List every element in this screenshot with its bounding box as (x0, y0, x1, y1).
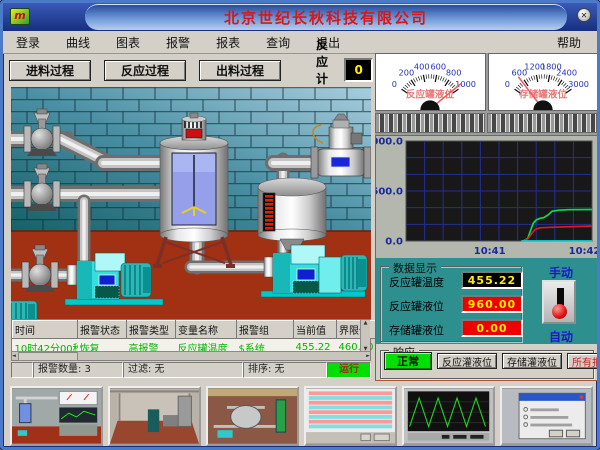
svg-text:0: 0 (392, 79, 397, 89)
svg-text:0.0: 0.0 (385, 237, 403, 248)
svg-text:1500.0: 1500.0 (376, 187, 403, 198)
svg-text:3000.0: 3000.0 (376, 137, 403, 148)
thumbnail-settings-dialog[interactable] (500, 386, 593, 446)
response-button-3[interactable]: 所有报警 (567, 353, 597, 369)
menu-item-6[interactable]: 查询 (253, 34, 303, 51)
right-panel: 0 200 400 600 800 1000 反应罐液位 0 600 1200 1800 2400 3… (364, 53, 598, 381)
close-icon[interactable]: ✕ (577, 8, 591, 22)
svg-text:0: 0 (505, 79, 510, 89)
svg-text:400: 400 (414, 61, 430, 71)
alarm-count: 报警数量: 3 (33, 362, 123, 378)
menu-item-1[interactable]: 登录 (3, 34, 53, 51)
svg-text:10:41: 10:41 (474, 246, 506, 257)
data-row-1: 反应罐温度 455.22 (381, 269, 523, 293)
menu-item-4[interactable]: 报警 (153, 34, 203, 51)
valve-display (330, 156, 351, 168)
motor-indicator (185, 128, 203, 139)
svg-text:200: 200 (399, 67, 415, 77)
column-header-3[interactable]: 报警类型 (126, 320, 176, 339)
svg-text:2400: 2400 (556, 67, 577, 77)
trend-chart: 3000.0 1500.0 0.0 10:41 10:42 (364, 136, 598, 258)
process-toolbar: 进料过程反应过程出料过程 反应计数 0 (9, 38, 373, 103)
data-value: 0.00 (461, 319, 523, 337)
vent-strip (375, 111, 597, 135)
agitator-motor (181, 112, 207, 141)
process-button-3[interactable]: 出料过程 (199, 59, 281, 81)
menu-item-help[interactable]: 帮助 (541, 34, 597, 51)
data-row-2: 反应罐液位 960.00 (381, 293, 523, 317)
manual-auto-switch[interactable] (542, 280, 576, 324)
data-label: 存储罐液位 (389, 324, 444, 337)
svg-text:10:42: 10:42 (569, 246, 598, 257)
auto-label: 自动 (548, 330, 573, 344)
gauge-reactor-level: 0200400 6008001000反应罐液位 (375, 53, 486, 111)
process-button-2[interactable]: 反应过程 (104, 59, 186, 81)
alarm-table: 时间报警状态报警类型变量名称报警组当前值界限值优先10时42分00秒恢复高报警反… (11, 319, 404, 361)
sort-status: 排序: 无 (243, 362, 327, 378)
switch-knob (552, 304, 567, 319)
gauge-storage-level: 06001200180024003000存储罐液位 (488, 53, 597, 111)
scroll-left-icon[interactable]: ◄ (12, 353, 16, 359)
thumbnail-alarm-report[interactable] (304, 386, 397, 446)
storage-tank[interactable] (257, 177, 327, 251)
response-panel: 响应 正常 反应灌液位存储灌液位所有报警 (376, 344, 597, 380)
run-status-badge: 运行 (327, 362, 371, 378)
reaction-counter-display: 0 (344, 58, 373, 82)
column-header-5[interactable]: 报警组 (236, 320, 294, 339)
column-header-6[interactable]: 当前值 (293, 320, 337, 339)
column-header-4[interactable]: 变量名称 (175, 320, 237, 339)
title-bar: m 北京世纪长秋科技有限公司 ✕ (3, 3, 597, 31)
svg-text:600: 600 (430, 61, 446, 71)
scroll-right-icon[interactable]: ► (366, 353, 370, 359)
thumbnail-trend-curves[interactable] (402, 386, 495, 446)
pump-display (296, 268, 316, 281)
vent-panel (487, 113, 597, 133)
svg-text:3000: 3000 (568, 79, 589, 89)
window-title: 北京世纪长秋科技有限公司 (223, 9, 428, 27)
table-horizontal-scrollbar[interactable]: ◄ ► (12, 351, 370, 361)
menu-bar-items: 登录 曲线 图表 报警 报表 查询 退出 (3, 34, 353, 51)
menu-bar: 登录 曲线 图表 报警 报表 查询 退出 帮助 (3, 31, 597, 54)
corner-motor (11, 300, 38, 319)
status-spacer (11, 362, 33, 378)
scroll-up-icon[interactable]: ▲ (364, 320, 368, 326)
column-header-7[interactable]: 界限值 (336, 320, 380, 339)
scroll-thumb[interactable] (17, 351, 78, 361)
status-bar: 报警数量: 3 过滤: 无 排序: 无 运行 (11, 362, 371, 378)
screen-selector (7, 383, 597, 447)
thumbnail-process-overview[interactable] (10, 386, 103, 446)
app-window: m 北京世纪长秋科技有限公司 ✕ 登录 曲线 图表 报警 报表 查询 退出 帮助 进料过程反… (0, 0, 600, 450)
data-label: 反应罐液位 (389, 300, 444, 313)
storage-level-bars (265, 195, 273, 230)
data-row-3: 存储罐液位 0.00 (381, 317, 523, 341)
data-value: 960.00 (461, 295, 523, 313)
pump-motor (120, 262, 152, 298)
manual-label: 手动 (548, 266, 573, 280)
data-value: 455.22 (461, 271, 523, 289)
data-display-panel: 数据显示 反应罐温度 455.22 反应罐液位 960.00 存储罐液位 0.00 手动 … (376, 258, 597, 344)
table-vertical-scrollbar[interactable]: ▲ ▼ (360, 320, 370, 352)
thumbnail-workshop-3d[interactable] (108, 386, 201, 446)
svg-text:存储罐液位: 存储罐液位 (519, 88, 568, 100)
menu-item-3[interactable]: 图表 (103, 34, 153, 51)
title-banner: 北京世纪长秋科技有限公司 (85, 4, 567, 30)
response-button-1[interactable]: 反应灌液位 (437, 353, 497, 369)
vent-panel (375, 113, 485, 133)
app-icon[interactable]: m (10, 8, 30, 25)
pump-motor (340, 254, 368, 292)
data-label: 反应罐温度 (389, 276, 444, 289)
menu-item-5[interactable]: 报表 (203, 34, 253, 51)
gauge-strip: 0 200 400 600 800 1000 反应罐液位 0 600 1200 1800 2400 3… (375, 53, 597, 111)
svg-text:800: 800 (446, 67, 462, 77)
thumbnail-process-detail[interactable] (206, 386, 299, 446)
svg-text:1000: 1000 (455, 79, 476, 89)
menu-item-2[interactable]: 曲线 (53, 34, 103, 51)
column-header-2[interactable]: 报警状态 (77, 320, 127, 339)
status-normal-badge: 正常 (384, 352, 432, 370)
column-header-1[interactable]: 时间 (12, 320, 78, 339)
filter-status: 过滤: 无 (123, 362, 243, 378)
process-button-1[interactable]: 进料过程 (9, 59, 91, 81)
plant-graphic (11, 87, 371, 319)
response-button-2[interactable]: 存储灌液位 (502, 353, 562, 369)
